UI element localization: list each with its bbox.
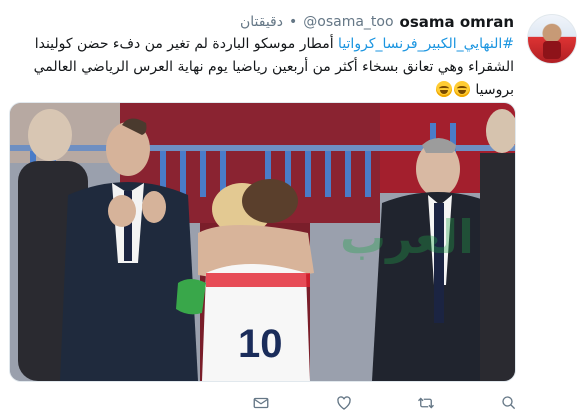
tweet-text-line2: الشقراء وهي تعانق بسخاء أكثر من أربعين ر… xyxy=(33,59,514,75)
watermark-logo: العرب xyxy=(340,210,474,264)
laughing-emoji-icon xyxy=(453,81,470,97)
timestamp[interactable]: دقيقتان xyxy=(240,14,283,30)
tweet-text-line1: أمطار موسكو الباردة لم تغير من دفء حضن ك… xyxy=(34,36,339,52)
jersey-number: 10 xyxy=(238,322,283,366)
like-icon xyxy=(336,396,351,410)
tweet-text: #النهايي_الكبير_فرنسا_كرواتيا أمطار موسك… xyxy=(9,33,514,102)
share-icon xyxy=(502,396,516,410)
hashtag-link[interactable]: #النهايي_الكبير_فرنسا_كرواتيا xyxy=(338,36,514,52)
avatar[interactable] xyxy=(527,14,577,64)
retweet-icon xyxy=(418,397,435,409)
user-handle[interactable]: @osama_too xyxy=(303,14,393,30)
separator-dot: • xyxy=(288,14,298,30)
tweet-header: osama omran @osama_too • دقيقتان xyxy=(240,12,514,32)
ceremony-photo: 10 العرب xyxy=(10,103,515,381)
tweet-text-line3: بروسيا xyxy=(475,82,514,98)
reply-icon xyxy=(253,397,269,409)
tweet-photo[interactable]: 10 العرب xyxy=(9,102,516,382)
tweet-card: osama omran @osama_too • دقيقتان #النهاي… xyxy=(0,0,582,420)
like-button[interactable] xyxy=(333,392,355,414)
share-button[interactable] xyxy=(498,392,520,414)
retweet-button[interactable] xyxy=(415,392,437,414)
laughing-emoji-icon xyxy=(435,81,452,97)
reply-button[interactable] xyxy=(250,392,272,414)
tweet-actions xyxy=(250,392,520,414)
display-name[interactable]: osama omran xyxy=(400,13,514,31)
